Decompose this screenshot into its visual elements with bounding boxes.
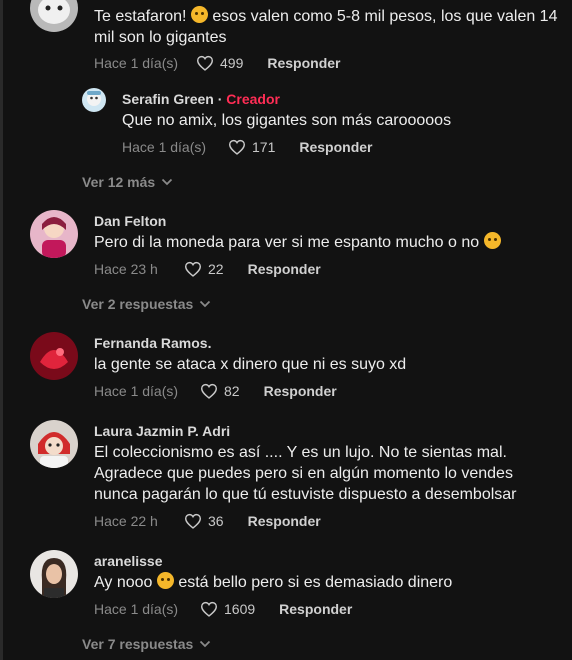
heart-outline-icon bbox=[200, 383, 218, 399]
view-replies-link[interactable]: Ver 2 respuestas bbox=[82, 296, 211, 312]
avatar-image bbox=[30, 210, 78, 258]
comment-meta: Hace 1 día(s) 499 Responder bbox=[94, 55, 340, 71]
view-more-replies-link[interactable]: Ver 12 más bbox=[82, 174, 173, 190]
comment-author[interactable]: Laura Jazmin P. Adri bbox=[94, 423, 230, 439]
heart-outline-icon bbox=[228, 139, 246, 155]
comment-text: El coleccionismo es así .... Y es un luj… bbox=[94, 444, 517, 503]
avatar[interactable] bbox=[30, 332, 78, 380]
reply-button[interactable]: Responder bbox=[248, 513, 321, 529]
chevron-down-icon bbox=[162, 178, 173, 186]
reply-button[interactable]: Responder bbox=[248, 261, 321, 277]
weary-face-emoji-icon bbox=[190, 6, 208, 23]
like-count: 1609 bbox=[224, 601, 256, 617]
like-button[interactable]: 499 bbox=[196, 55, 243, 71]
comment-author[interactable]: Fernanda Ramos. bbox=[94, 335, 211, 351]
hushed-face-emoji-icon bbox=[483, 232, 501, 249]
comment-author[interactable]: Dan Felton bbox=[94, 213, 166, 229]
heart-outline-icon bbox=[184, 261, 202, 277]
heart-outline-icon bbox=[200, 601, 218, 617]
creator-badge: Creador bbox=[226, 91, 280, 107]
comment-time: Hace 22 h bbox=[94, 513, 158, 529]
avatar[interactable] bbox=[30, 420, 78, 468]
avatar-image bbox=[30, 0, 78, 32]
comment-time: Hace 1 día(s) bbox=[122, 139, 207, 155]
avatar-image bbox=[30, 550, 78, 598]
comment-time: Hace 1 día(s) bbox=[94, 383, 179, 399]
like-count: 22 bbox=[208, 261, 224, 277]
left-edge-divider bbox=[0, 0, 3, 660]
crying-face-emoji-icon bbox=[156, 572, 174, 589]
avatar[interactable] bbox=[82, 88, 106, 112]
comment-meta: Hace 1 día(s) 171 Responder bbox=[122, 139, 372, 155]
like-button[interactable]: 82 bbox=[200, 383, 240, 399]
heart-outline-icon bbox=[184, 513, 202, 529]
like-count: 499 bbox=[220, 55, 244, 71]
comment-time: Hace 23 h bbox=[94, 261, 158, 277]
avatar-image bbox=[30, 332, 78, 380]
view-replies-link[interactable]: Ver 7 respuestas bbox=[82, 636, 211, 652]
comment-time: Hace 1 día(s) bbox=[94, 55, 179, 71]
comment-text: Pero di la moneda para ver si me espanto… bbox=[94, 232, 501, 253]
reply-button[interactable]: Responder bbox=[299, 139, 372, 155]
like-button[interactable]: 171 bbox=[228, 139, 275, 155]
like-count: 82 bbox=[224, 383, 240, 399]
chevron-down-icon bbox=[200, 640, 211, 648]
comment-text: Te estafaron! esos valen como 5-8 mil pe… bbox=[94, 6, 558, 46]
chevron-down-icon bbox=[200, 300, 211, 308]
comment-text: la gente se ataca x dinero que ni es suy… bbox=[94, 356, 407, 373]
heart-outline-icon bbox=[196, 55, 214, 71]
comment-meta: Hace 22 h 36 Responder bbox=[94, 513, 321, 529]
avatar-image bbox=[30, 420, 78, 468]
like-count: 36 bbox=[208, 513, 224, 529]
reply-button[interactable]: Responder bbox=[279, 601, 352, 617]
avatar[interactable] bbox=[30, 0, 78, 32]
like-button[interactable]: 22 bbox=[184, 261, 224, 277]
reply-button[interactable]: Responder bbox=[264, 383, 337, 399]
reply-button[interactable]: Responder bbox=[267, 55, 340, 71]
comment-author[interactable]: Serafin Green · Creador bbox=[122, 91, 280, 107]
comment-author[interactable]: aranelisse bbox=[94, 553, 163, 569]
avatar-image bbox=[82, 88, 106, 112]
like-count: 171 bbox=[252, 139, 276, 155]
comment-text: Que no amix, los gigantes son más carooo… bbox=[122, 112, 452, 129]
comment-time: Hace 1 día(s) bbox=[94, 601, 179, 617]
comment-meta: Hace 1 día(s) 1609 Responder bbox=[94, 601, 352, 617]
like-button[interactable]: 1609 bbox=[200, 601, 255, 617]
avatar[interactable] bbox=[30, 210, 78, 258]
comment-text: Ay nooo está bello pero si es demasiado … bbox=[94, 572, 453, 591]
comment-meta: Hace 23 h 22 Responder bbox=[94, 261, 321, 277]
like-button[interactable]: 36 bbox=[184, 513, 224, 529]
comment-meta: Hace 1 día(s) 82 Responder bbox=[94, 383, 337, 399]
avatar[interactable] bbox=[30, 550, 78, 598]
